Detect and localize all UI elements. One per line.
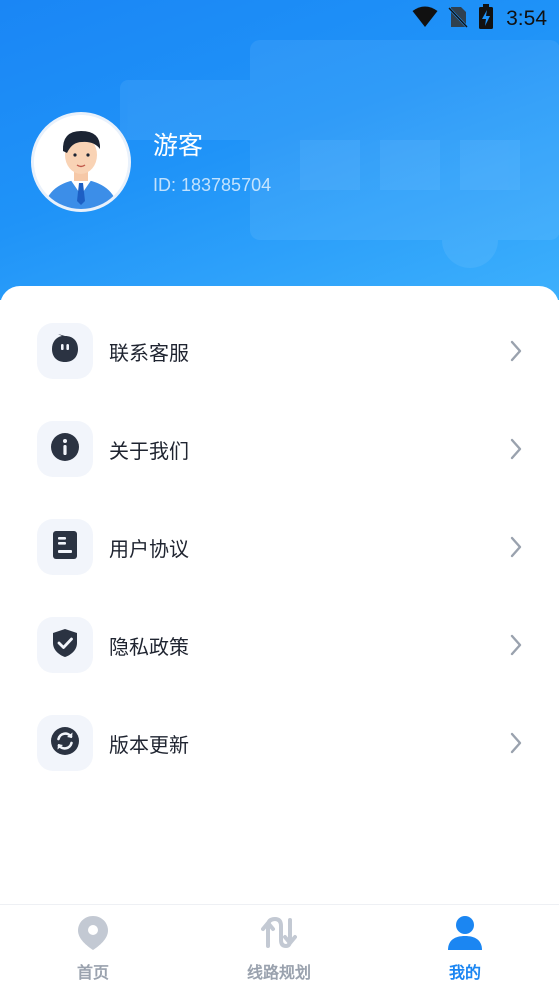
tab-route-planning[interactable]: 线路规划: [186, 905, 372, 995]
tab-mine[interactable]: 我的: [372, 905, 558, 995]
menu-item-about-us[interactable]: 关于我们: [0, 400, 559, 498]
profile-header: 3:54 游客 ID: 183785704: [0, 0, 559, 300]
chevron-right-icon: [509, 732, 523, 754]
menu-item-contact-service[interactable]: 联系客服: [0, 302, 559, 400]
chevron-right-icon: [509, 438, 523, 460]
location-pin-icon: [77, 915, 109, 955]
shield-check-icon: [50, 628, 80, 662]
user-avatar[interactable]: [31, 112, 131, 212]
status-time: 3:54: [506, 7, 547, 30]
menu-item-label: 联系客服: [109, 340, 189, 365]
bottom-tab-bar: 首页 线路规划 我的: [0, 904, 559, 995]
route-icon: [261, 916, 297, 954]
menu-item-version-update[interactable]: 版本更新: [0, 694, 559, 792]
document-icon: [50, 530, 80, 564]
battery-charging-icon: [478, 4, 494, 34]
chevron-right-icon: [509, 634, 523, 656]
chevron-right-icon: [509, 536, 523, 558]
info-icon: [50, 432, 80, 466]
chat-bubble-icon: [50, 334, 80, 368]
menu-item-label: 隐私政策: [109, 634, 189, 659]
tab-label: 线路规划: [246, 963, 311, 982]
menu-item-privacy-policy[interactable]: 隐私政策: [0, 596, 559, 694]
menu-card: 联系客服 关于我们 用户协议 隐私政策 版本更新: [0, 286, 559, 906]
tab-label: 我的: [448, 963, 481, 982]
user-name: 游客: [153, 131, 204, 160]
user-id: ID: 183785704: [153, 175, 272, 195]
no-sim-icon: [448, 5, 469, 33]
menu-item-label: 用户协议: [109, 536, 189, 561]
refresh-icon: [50, 726, 80, 760]
chevron-right-icon: [509, 340, 523, 362]
menu-item-label: 关于我们: [109, 438, 189, 463]
wifi-icon: [412, 6, 438, 32]
tab-home[interactable]: 首页: [0, 905, 186, 995]
tab-label: 首页: [76, 963, 109, 982]
menu-item-label: 版本更新: [109, 732, 189, 757]
status-bar: 3:54: [0, 0, 559, 38]
person-icon: [447, 915, 483, 955]
menu-item-user-agreement[interactable]: 用户协议: [0, 498, 559, 596]
